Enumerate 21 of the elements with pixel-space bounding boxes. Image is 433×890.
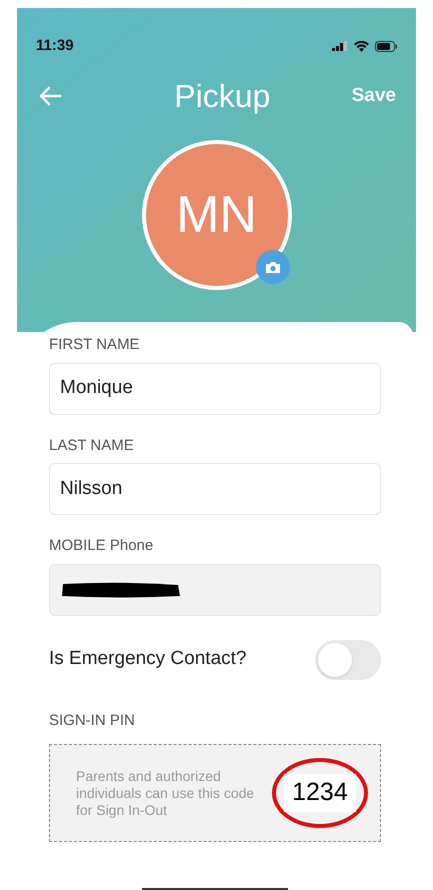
pin-description: Parents and authorized individuals can use this code for Sign In-Out xyxy=(76,768,256,818)
camera-icon xyxy=(264,260,280,274)
pin-code: 1234 xyxy=(284,774,356,812)
pin-label: SIGN-IN PIN xyxy=(49,710,136,730)
back-arrow-icon xyxy=(38,86,62,106)
status-time: 11:39 xyxy=(36,36,74,56)
text-field[interactable]: Monique xyxy=(49,362,381,414)
camera-button[interactable] xyxy=(256,250,290,284)
emergency-contact-label: Is Emergency Contact? xyxy=(49,647,246,672)
page-title: Pickup xyxy=(174,77,270,116)
field-label: LAST NAME xyxy=(49,436,135,456)
emergency-contact-toggle[interactable] xyxy=(315,640,381,680)
signal-icon xyxy=(332,41,348,51)
field-label: FIRST NAME xyxy=(49,335,141,355)
avatar: MN xyxy=(142,140,292,290)
battery-icon xyxy=(375,40,397,52)
field-value: Monique xyxy=(60,376,133,400)
text-field[interactable]: Nilsson xyxy=(49,463,381,515)
field-value: Nilsson xyxy=(60,476,122,501)
field-label: MOBILE Phone xyxy=(49,536,154,556)
wifi-icon xyxy=(354,40,369,52)
